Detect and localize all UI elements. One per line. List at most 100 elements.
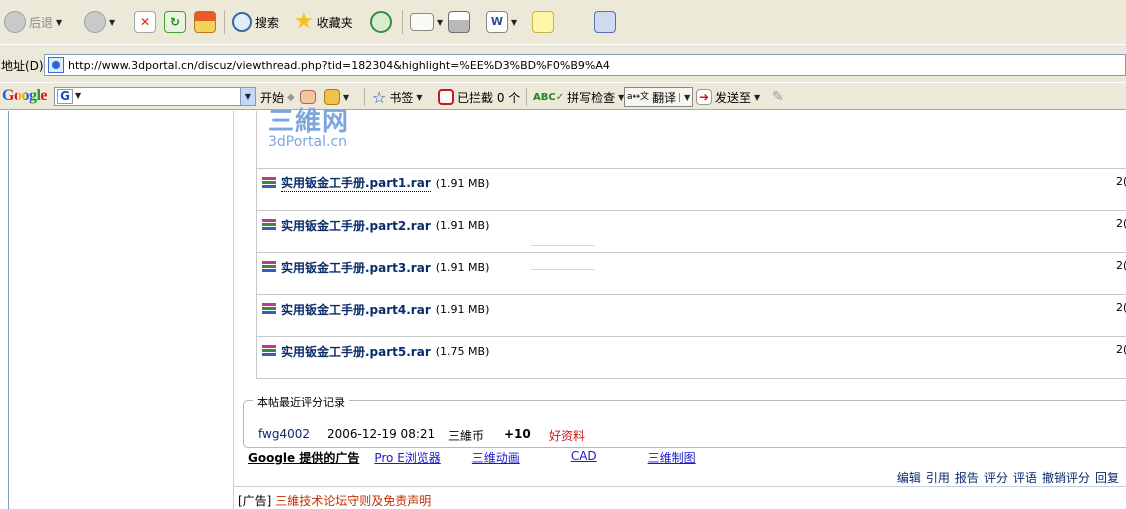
attachment-link[interactable]: 实用钣金工手册.part4.rar <box>281 301 431 318</box>
options-button[interactable]: ▼ <box>324 87 349 107</box>
bookmarks-button[interactable]: ☆ 书签 ▼ <box>372 87 423 107</box>
google-search-input[interactable]: G ▼ ▼ <box>54 87 256 106</box>
printer-icon <box>448 11 470 33</box>
research-icon <box>594 11 616 33</box>
address-input[interactable]: http://www.3dportal.cn/discuz/viewthread… <box>44 54 1126 76</box>
attachment-item[interactable]: 实用钣金工手册.part4.rar (1.91 MB) <box>262 300 489 318</box>
comment-link[interactable]: 评语 <box>1013 469 1037 486</box>
send-to-button[interactable]: ➜ 发送至 ▼ <box>696 87 760 107</box>
search-history-dropdown[interactable]: ▼ <box>240 88 255 105</box>
back-button[interactable]: 后退 ▼ <box>4 8 62 36</box>
attachment-size: (1.91 MB) <box>435 260 490 274</box>
chevron-down-icon: ▼ <box>511 17 518 27</box>
stop-button[interactable]: ✕ <box>134 8 156 36</box>
attachment-link[interactable]: 实用钣金工手册.part3.rar <box>281 259 431 276</box>
attachment-meta-clipped: 2( <box>1116 301 1126 314</box>
translate-button[interactable]: a↔文 翻译 ▼ <box>624 87 694 107</box>
forum-rules-link[interactable]: 三維技术论坛守则及免责声明 <box>275 494 431 508</box>
attachment-item[interactable]: 实用钣金工手册.part3.rar (1.91 MB) <box>262 258 489 276</box>
word-document-icon: W <box>486 11 508 33</box>
search-icon <box>232 12 252 32</box>
highlight-button[interactable] <box>300 87 316 107</box>
page-icon <box>48 57 64 73</box>
google-logo-text: Google <box>2 87 48 104</box>
attachment-link[interactable]: 实用钣金工手册.part1.rar <box>281 174 431 192</box>
spellcheck-button[interactable]: ABC✓ 拼写检查 ▼ <box>533 87 624 107</box>
attachment-link[interactable]: 实用钣金工手册.part5.rar <box>281 343 431 360</box>
back-arrow-icon <box>4 11 26 33</box>
attachment-item[interactable]: 实用钣金工手册.part1.rar (1.91 MB) <box>262 174 489 192</box>
chevron-down-icon: ▼ <box>75 91 82 100</box>
reply-link[interactable]: 回复 <box>1095 469 1119 486</box>
attachment-item[interactable]: 实用钣金工手册.part5.rar (1.75 MB) <box>262 342 489 360</box>
favorites-label: 收藏夹 <box>316 15 353 30</box>
print-button[interactable] <box>448 8 470 36</box>
mail-button[interactable]: ▼ <box>410 8 443 36</box>
research-button[interactable] <box>594 8 616 36</box>
back-label: 后退 <box>29 15 54 30</box>
edit-link[interactable]: 编辑 <box>897 469 921 486</box>
address-label: 地址(D) <box>1 59 44 73</box>
ad-link-drawing[interactable]: 三维制图 <box>648 449 696 465</box>
rating-score: +10 <box>504 427 531 441</box>
search-label: 搜索 <box>255 15 280 30</box>
attachment-link[interactable]: 实用钣金工手册.part2.rar <box>281 217 431 234</box>
google-settings-button[interactable]: ✎ <box>772 87 784 107</box>
ad-link-cad[interactable]: CAD <box>571 449 597 465</box>
rar-archive-icon <box>262 344 276 358</box>
address-url: http://www.3dportal.cn/discuz/viewthread… <box>68 58 610 72</box>
history-button[interactable] <box>370 8 392 36</box>
star-icon: ★ <box>294 9 314 34</box>
ad-prefix: [广告] <box>238 494 272 508</box>
google-g-icon: G <box>57 89 73 104</box>
rate-link[interactable]: 评分 <box>984 469 1008 486</box>
blocked-label: 已拦截 0 个 <box>457 90 521 105</box>
divider <box>256 252 1126 253</box>
quote-link[interactable]: 引用 <box>926 469 950 486</box>
puzzle-icon <box>324 89 340 105</box>
frame-border <box>8 111 9 509</box>
attachment-item[interactable]: 实用钣金工手册.part2.rar (1.91 MB) <box>262 216 489 234</box>
rating-reason: 好资料 <box>549 429 586 443</box>
edit-button[interactable]: W ▼ <box>486 8 517 36</box>
note-icon <box>532 11 554 33</box>
address-bar: 地址(D) http://www.3dportal.cn/discuz/view… <box>0 44 1126 82</box>
stop-icon: ✕ <box>134 11 156 33</box>
translate-icon: a↔文 <box>627 91 650 102</box>
google-search-button[interactable]: 开始 ◆ <box>260 87 295 107</box>
attachment-meta-clipped: 2( <box>1116 343 1126 356</box>
attachment-meta-clipped: 2( <box>1116 259 1126 272</box>
google-logo[interactable]: Google <box>2 87 48 105</box>
forward-arrow-icon <box>84 11 106 33</box>
report-link[interactable]: 报告 <box>955 469 979 486</box>
refresh-icon: ↻ <box>164 11 186 33</box>
refresh-button[interactable]: ↻ <box>164 8 186 36</box>
popup-blocker-button[interactable]: 已拦截 0 个 <box>438 87 520 107</box>
ads-title[interactable]: Google 提供的广告 <box>248 449 359 465</box>
ad-link-animation[interactable]: 三维动画 <box>472 449 520 465</box>
rating-time: 2006-12-19 08:21 <box>327 427 436 441</box>
divider <box>256 168 1126 169</box>
forward-button[interactable]: ▼ <box>84 8 115 36</box>
google-toolbar: Google G ▼ ▼ 开始 ◆ ▼ ☆ 书签 ▼ 已拦截 0 个 ABC✓ … <box>0 82 1126 110</box>
favorites-button[interactable]: ★ 收藏夹 <box>294 8 353 36</box>
undo-rate-link[interactable]: 撤销评分 <box>1042 469 1090 486</box>
google-ads: Google 提供的广告 Pro E浏览器 三维动画 CAD 三维制图 <box>248 449 696 465</box>
eraser-icon <box>300 90 316 104</box>
bookmarks-label: 书签 <box>389 90 414 105</box>
search-button[interactable]: 搜索 <box>232 8 279 36</box>
discuss-button[interactable] <box>532 8 554 36</box>
post-actions: 编辑 引用 报告 评分 评语 撤销评分 回复 <box>897 469 1119 486</box>
rating-user[interactable]: fwg4002 <box>258 427 310 441</box>
popup-blocked-icon <box>438 89 454 105</box>
home-button[interactable] <box>194 8 216 36</box>
history-icon <box>370 11 392 33</box>
home-icon <box>194 11 216 33</box>
attachment-meta-clipped: 2( <box>1116 175 1126 188</box>
divider <box>234 486 1126 487</box>
rar-archive-icon <box>262 176 276 190</box>
rar-archive-icon <box>262 218 276 232</box>
post-footer: [广告] 三維技术论坛守则及免责声明 <box>238 492 431 509</box>
ad-link-proe[interactable]: Pro E浏览器 <box>374 449 440 465</box>
chevron-down-icon: ▼ <box>56 17 63 27</box>
